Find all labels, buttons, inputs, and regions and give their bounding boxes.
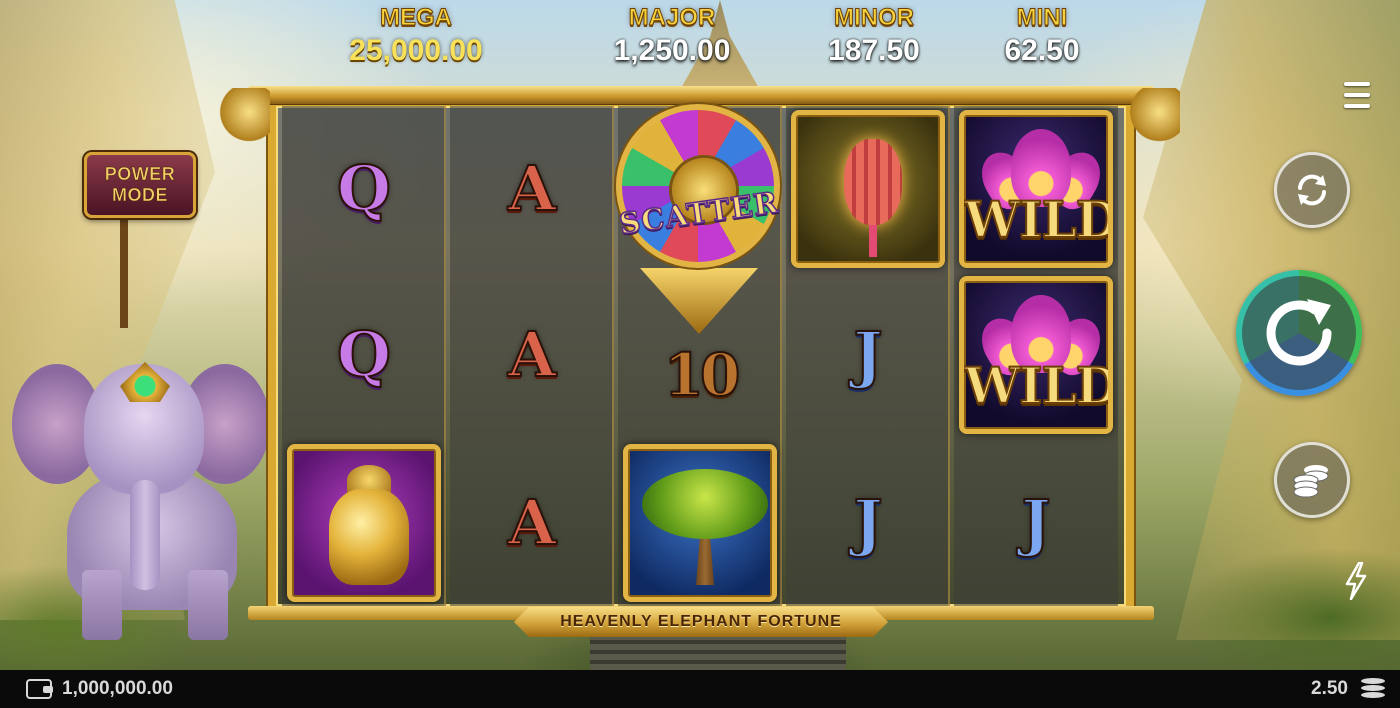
hamburger-menu-icon-bar [1344,104,1370,108]
jackpot-major: MAJOR 1,250.00 [594,4,750,68]
jackpot-mini-label: MINI [1016,4,1068,32]
wild-label: WILD [964,189,1113,250]
reel-5: WILD WILD J [954,106,1118,606]
symbol-a: A [507,486,557,559]
symbol-j: J [1020,486,1051,559]
symbol-lantern [791,110,945,268]
wallet-icon [26,679,53,699]
jackpot-major-value: 1,250.00 [613,34,731,67]
symbol-q: Q [336,318,392,391]
menu-button[interactable] [1340,80,1374,110]
reel-4-cell-2: J [786,272,950,438]
jackpot-mega-value: 25,000.00 [349,34,483,67]
jackpot-mini: MINI 62.50 [986,4,1098,68]
reel-2-cell-3: A [450,440,614,606]
autoplay-icon [1298,174,1326,206]
tree-icon [642,469,768,539]
spin-icon [1266,299,1332,366]
lantern-icon [844,139,902,225]
reel-5-cell-2: WILD [954,272,1118,438]
reel-2-cell-1: A [450,106,614,272]
jackpot-mega-label: MEGA [380,4,453,32]
symbol-golden-urn [287,444,441,602]
reel-1: Q Q [282,106,446,606]
prize-wheel-icon [616,104,780,268]
spin-button[interactable] [1236,270,1362,396]
reel-4-cell-1 [786,106,950,272]
power-mode-post [120,218,128,328]
coin-stack-icon [1360,677,1386,701]
hamburger-menu-icon [1344,82,1370,86]
power-mode-button[interactable]: POWER MODE [84,152,196,218]
reel-4-cell-3: J [786,440,950,606]
jackpot-mega: MEGA 25,000.00 [336,4,496,68]
symbol-a: A [507,152,557,225]
reel-5-cell-3: J [954,440,1118,606]
lantern-tassel [869,225,877,257]
reel-1-cell-1: Q [282,106,446,272]
jackpot-minor: MINOR 187.50 [806,4,942,68]
symbol-wild: WILD [959,276,1113,434]
elephant-trunk [130,480,160,590]
symbol-10: 10 [663,341,742,409]
reel-4: J J [786,106,950,606]
reel-3-cell-3 [618,440,782,606]
bet-display[interactable]: 2.50 [1311,677,1386,701]
bet-button[interactable] [1274,442,1350,518]
lightning-icon [1345,561,1367,601]
symbol-scatter: SCATTER [614,100,784,336]
symbol-j: J [852,318,883,391]
game-title: HEAVENLY ELEPHANT FORTUNE [560,613,842,630]
symbol-q: Q [336,152,392,225]
scatter-ornament-base [640,268,758,334]
balance-value: 1,000,000.00 [62,678,173,699]
power-mode-label: POWER MODE [104,164,176,206]
wild-label: WILD [964,355,1113,416]
urn-icon [329,489,409,585]
game-title-plate: HEAVENLY ELEPHANT FORTUNE [514,607,888,637]
elephant-leg [82,570,122,640]
elephant-mascot [12,360,270,650]
reel-5-cell-1: WILD [954,106,1118,272]
jackpot-major-label: MAJOR [628,4,716,32]
jackpot-minor-value: 187.50 [828,34,920,67]
reel-1-cell-3 [282,440,446,606]
bottom-status-bar: 1,000,000.00 2.50 [0,670,1400,708]
frame-ornament-left [218,88,270,148]
reel-2: A A A [450,106,614,606]
symbol-j: J [852,486,883,559]
symbol-wild: WILD [959,110,1113,268]
reel-2-cell-2: A [450,272,614,438]
game-stage: MEGA 25,000.00 MAJOR 1,250.00 MINOR 187.… [0,0,1400,708]
elephant-leg [188,570,228,640]
hamburger-menu-icon-bar [1344,93,1370,97]
turbo-button[interactable] [1344,561,1368,601]
symbol-bodhi-tree [623,444,777,602]
autoplay-button[interactable] [1274,152,1350,228]
symbol-a: A [507,318,557,391]
reel-1-cell-2: Q [282,272,446,438]
jackpot-mini-value: 62.50 [1004,34,1080,67]
frame-ornament-right [1128,88,1180,148]
bet-value: 2.50 [1311,678,1348,699]
coin-stack-icon [1293,465,1329,498]
jackpot-minor-label: MINOR [834,4,915,32]
balance-display: 1,000,000.00 [26,678,173,700]
